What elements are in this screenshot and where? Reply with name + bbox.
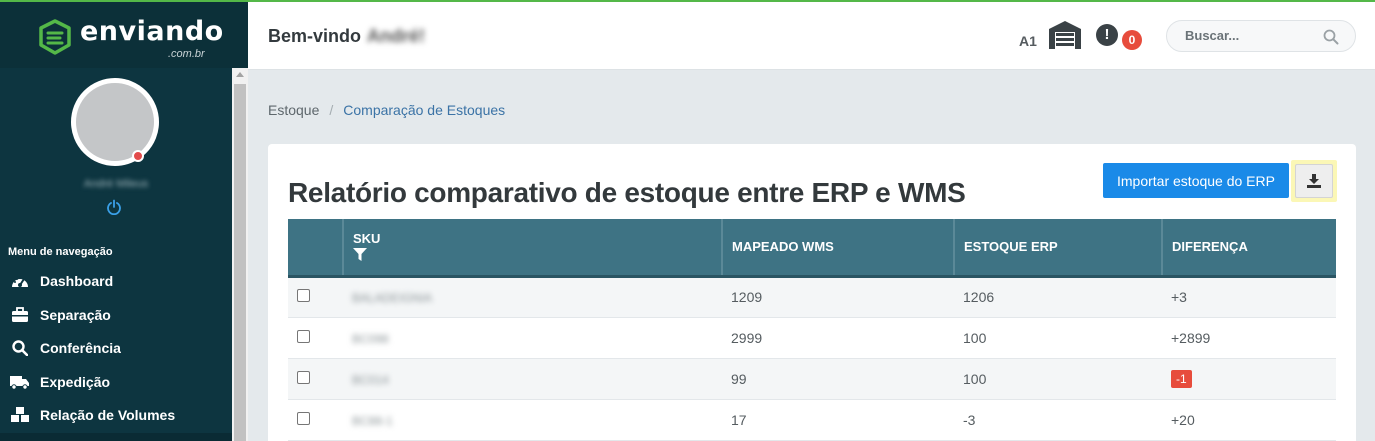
unit-label: A1 — [1019, 33, 1037, 49]
nav-title: Menu de navegação — [8, 246, 113, 258]
brand-domain: .com.br — [168, 48, 205, 60]
table-row[interactable]: BC014 99 100 -1 — [288, 358, 1336, 400]
sidebar: enviando .com.br André Mileus Menu de na… — [0, 0, 248, 441]
search-input[interactable] — [1185, 28, 1315, 43]
sidebar-item-relacao-volumes[interactable]: Relação de Volumes — [0, 400, 232, 430]
row-checkbox[interactable] — [297, 289, 310, 302]
report-card: Relatório comparativo de estoque entre E… — [268, 144, 1356, 441]
avatar[interactable] — [71, 78, 159, 166]
welcome-message: Bem-vindo André! — [268, 26, 425, 47]
erp-cell: 100 — [954, 358, 1162, 400]
erp-cell: -3 — [954, 399, 1162, 441]
notification-badge[interactable]: 0 — [1122, 30, 1142, 50]
sku-cell: BC098 — [352, 331, 389, 346]
sidebar-item-dashboard[interactable]: Dashboard — [0, 266, 232, 296]
diff-cell: +2899 — [1162, 317, 1336, 359]
alert-icon[interactable]: ! — [1096, 24, 1118, 46]
sku-cell: BALADEIGNIA — [352, 291, 433, 305]
filter-icon[interactable] — [353, 247, 367, 261]
search-box[interactable] — [1166, 20, 1356, 52]
welcome-text: Bem-vindo — [268, 26, 362, 46]
wms-cell: 99 — [722, 358, 954, 400]
sidebar-item-conferencia[interactable]: Conferência — [0, 333, 232, 363]
scroll-up-arrow-icon[interactable] — [236, 72, 244, 77]
download-button[interactable] — [1295, 164, 1333, 198]
sidebar-item-expedicao[interactable]: Expedição — [0, 367, 232, 397]
download-highlight — [1291, 160, 1337, 202]
breadcrumb: Estoque / Comparação de Estoques — [268, 102, 505, 118]
wms-cell: 17 — [722, 399, 954, 441]
negative-diff-badge: -1 — [1171, 369, 1192, 388]
status-indicator — [132, 150, 144, 162]
stock-comparison-table: SKU MAPEADO WMS ESTOQUE ERP DIFERENÇA BA… — [288, 219, 1336, 441]
search-icon[interactable] — [1323, 29, 1339, 45]
table-header-row: SKU MAPEADO WMS ESTOQUE ERP DIFERENÇA — [288, 219, 1336, 276]
row-checkbox[interactable] — [297, 370, 310, 384]
top-accent-line — [0, 0, 1375, 2]
sidebar-item-label: Relação de Volumes — [40, 407, 176, 423]
diff-cell: +3 — [1162, 276, 1336, 318]
sidebar-scroll-thumb[interactable] — [234, 84, 246, 441]
column-header-sku[interactable]: SKU — [343, 219, 723, 276]
warehouse-icon[interactable] — [1048, 20, 1082, 50]
brand-box-icon — [39, 19, 71, 55]
brand-name: enviando — [80, 16, 224, 47]
briefcase-icon — [10, 306, 30, 324]
table-row[interactable]: BC88-1 17 -3 +20 — [288, 399, 1336, 441]
row-checkbox[interactable] — [297, 411, 310, 425]
breadcrumb-current[interactable]: Comparação de Estoques — [343, 102, 505, 118]
gauge-icon — [10, 272, 30, 290]
column-header-label: SKU — [353, 230, 381, 246]
sidebar-item-label: Dashboard — [40, 273, 114, 289]
column-header-diff[interactable]: DIFERENÇA — [1162, 219, 1336, 276]
row-checkbox[interactable] — [297, 329, 310, 343]
download-icon — [1307, 174, 1321, 188]
select-column-header — [288, 219, 344, 276]
erp-cell: 100 — [954, 317, 1162, 359]
erp-cell: 1206 — [954, 276, 1162, 318]
wms-cell: 2999 — [722, 317, 954, 359]
breadcrumb-separator: / — [329, 102, 334, 118]
logo[interactable]: enviando .com.br — [0, 2, 248, 68]
power-icon[interactable] — [106, 199, 122, 215]
sku-cell: BC88-1 — [352, 413, 393, 428]
welcome-user-name: André! — [367, 26, 426, 46]
table-row[interactable]: BALADEIGNIA 1209 1206 +3 — [288, 276, 1336, 318]
user-name: André Mileus — [83, 178, 149, 190]
sidebar-item-label: Conferência — [40, 340, 121, 356]
sidebar-item-separacao[interactable]: Separação — [0, 300, 232, 330]
page-title: Relatório comparativo de estoque entre E… — [288, 177, 966, 208]
import-erp-button[interactable]: Importar estoque do ERP — [1103, 163, 1289, 198]
sidebar-next-item[interactable] — [0, 433, 232, 441]
search-icon — [10, 339, 30, 357]
diff-cell: +20 — [1162, 399, 1336, 441]
sidebar-item-label: Separação — [40, 307, 111, 323]
breadcrumb-root[interactable]: Estoque — [268, 102, 319, 118]
column-header-erp[interactable]: ESTOQUE ERP — [954, 219, 1163, 276]
cubes-icon — [10, 406, 30, 424]
sidebar-item-label: Expedição — [40, 374, 111, 390]
wms-cell: 1209 — [722, 276, 954, 318]
truck-icon — [10, 373, 30, 391]
top-header: Bem-vindo André! A1 ! 0 — [248, 2, 1375, 70]
column-header-wms[interactable]: MAPEADO WMS — [722, 219, 955, 276]
table-row[interactable]: BC098 2999 100 +2899 — [288, 317, 1336, 359]
sku-cell: BC014 — [352, 372, 389, 387]
